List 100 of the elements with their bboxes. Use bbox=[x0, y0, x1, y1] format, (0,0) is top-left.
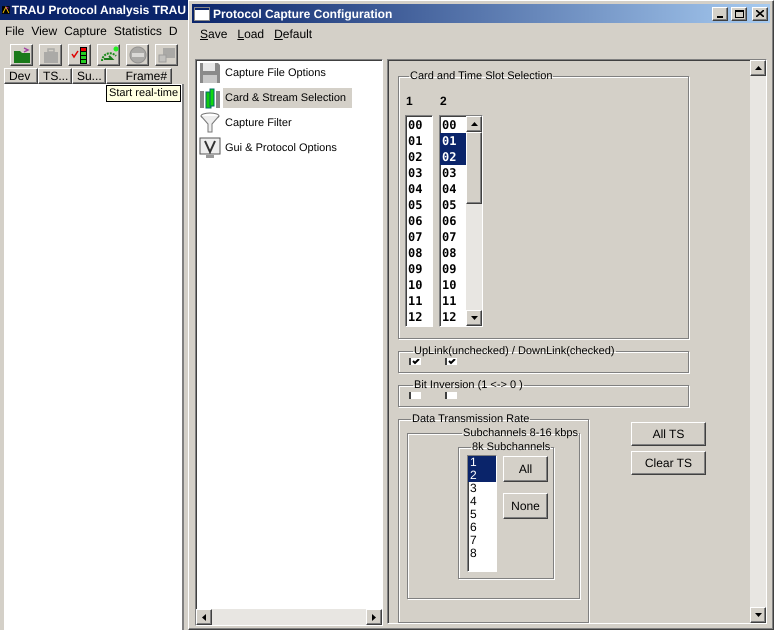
menu-item[interactable]: Capture bbox=[64, 22, 107, 40]
menu-item[interactable]: Statistics bbox=[114, 22, 162, 40]
scroll-up-button[interactable] bbox=[750, 60, 766, 76]
list-item[interactable]: 00 bbox=[406, 117, 432, 133]
monitor-icon bbox=[199, 137, 221, 159]
card-label: 2 bbox=[439, 93, 448, 110]
list-item[interactable]: 02 bbox=[406, 149, 432, 165]
cards-icon bbox=[199, 87, 221, 109]
menu-item[interactable]: D bbox=[168, 22, 178, 40]
scroll-down-button[interactable] bbox=[750, 607, 766, 623]
list-item[interactable]: 09 bbox=[440, 261, 466, 277]
list-item[interactable]: 8 bbox=[468, 547, 496, 560]
list-item[interactable]: 2 bbox=[468, 469, 496, 482]
list-item[interactable]: 08 bbox=[406, 245, 432, 261]
list-item[interactable]: 07 bbox=[406, 229, 432, 245]
group-title: Data Transmission Rate bbox=[411, 413, 530, 426]
list-item[interactable]: 3 bbox=[468, 482, 496, 496]
minimize-icon bbox=[717, 16, 723, 18]
list-item[interactable]: 03 bbox=[406, 165, 432, 181]
list-item[interactable]: 01 bbox=[440, 133, 466, 149]
maximize-icon bbox=[734, 10, 744, 18]
list-item[interactable]: 04 bbox=[406, 181, 432, 197]
tooltip: Start real-time bbox=[106, 85, 182, 102]
list-item[interactable]: 5 bbox=[468, 508, 496, 522]
list-item[interactable]: 03 bbox=[440, 165, 466, 181]
group-title: UpLink(unchecked) / DownLink(checked) bbox=[413, 345, 616, 358]
vertical-scrollbar[interactable] bbox=[750, 60, 766, 623]
menu-item[interactable]: Save bbox=[200, 25, 228, 43]
scroll-up-button[interactable] bbox=[466, 116, 482, 132]
group-title: Subchannels 8-16 kbps bbox=[462, 427, 579, 440]
list-item[interactable]: 10 bbox=[440, 277, 466, 293]
up-arrow-icon bbox=[754, 66, 762, 70]
checkbox[interactable] bbox=[445, 392, 457, 400]
push-button[interactable]: Clear TS bbox=[630, 451, 706, 476]
vertical-scrollbar[interactable] bbox=[466, 116, 482, 326]
column-header[interactable]: TS... bbox=[38, 68, 72, 84]
menu-item[interactable]: Default bbox=[274, 25, 312, 43]
checkbox[interactable] bbox=[445, 358, 457, 366]
list-item[interactable]: 01 bbox=[406, 133, 432, 149]
tree-item[interactable]: Card & Stream Selection bbox=[223, 88, 352, 108]
list-item[interactable]: 6 bbox=[468, 521, 496, 534]
push-button[interactable]: All bbox=[503, 456, 548, 482]
list-item[interactable]: 7 bbox=[468, 534, 496, 548]
scroll-right-button[interactable] bbox=[366, 609, 382, 625]
scroll-left-button[interactable] bbox=[196, 609, 212, 625]
list-item[interactable]: 05 bbox=[406, 197, 432, 213]
list-item[interactable]: 06 bbox=[406, 213, 432, 229]
list-item[interactable]: 4 bbox=[468, 495, 496, 508]
level-meter-icon[interactable] bbox=[68, 44, 91, 66]
gauge-icon[interactable] bbox=[97, 44, 120, 66]
menu-item[interactable]: View bbox=[31, 22, 58, 40]
group-title: 8k Subchannels bbox=[471, 441, 552, 454]
up-arrow-icon bbox=[470, 122, 478, 126]
group-title: Bit Inversion (1 <-> 0 ) bbox=[413, 379, 524, 392]
time-slot-list[interactable]: 00 01 02 03 04 05 06 07 08 09 10 11 12 bbox=[439, 115, 483, 327]
card-label: 1 bbox=[405, 93, 414, 110]
push-button[interactable]: None bbox=[503, 493, 548, 520]
group-title: Card and Time Slot Selection bbox=[409, 70, 554, 82]
scrollbar-thumb[interactable] bbox=[466, 132, 482, 204]
down-arrow-icon bbox=[470, 316, 478, 320]
menu-item[interactable]: File bbox=[5, 22, 24, 40]
tree-item[interactable]: Capture File Options bbox=[223, 63, 328, 83]
horizontal-scrollbar[interactable] bbox=[196, 609, 382, 625]
list-item[interactable]: 05 bbox=[440, 197, 466, 213]
close-icon bbox=[756, 10, 764, 17]
time-slot-list[interactable]: 00 01 02 03 04 05 06 07 08 09 10 11 12 bbox=[405, 115, 433, 327]
list-item[interactable]: 12 bbox=[440, 309, 466, 325]
close-button[interactable] bbox=[752, 6, 768, 20]
scroll-down-button[interactable] bbox=[466, 310, 482, 326]
dialog-title: Protocol Capture Configuration bbox=[213, 6, 394, 22]
menu-item[interactable]: Load bbox=[237, 25, 264, 43]
minimize-button[interactable] bbox=[712, 6, 728, 20]
list-item[interactable]: 08 bbox=[440, 245, 466, 261]
checkbox[interactable] bbox=[409, 358, 421, 366]
list-item[interactable]: 12 bbox=[406, 309, 432, 325]
folder-icon[interactable] bbox=[10, 44, 33, 66]
maximize-button[interactable] bbox=[731, 6, 747, 20]
subchannel-list[interactable]: 1 2 3 4 5 6 7 8 bbox=[467, 455, 497, 572]
tree-item[interactable]: Gui & Protocol Options bbox=[223, 138, 339, 158]
column-header[interactable]: Frame# bbox=[106, 68, 172, 84]
list-item[interactable]: 1 bbox=[468, 456, 496, 470]
funnel-icon bbox=[199, 112, 221, 134]
column-header[interactable]: Dev bbox=[4, 68, 38, 84]
list-item[interactable]: 09 bbox=[406, 261, 432, 277]
list-item[interactable]: 04 bbox=[440, 181, 466, 197]
push-button[interactable]: All TS bbox=[630, 422, 706, 446]
list-item[interactable]: 06 bbox=[440, 213, 466, 229]
left-arrow-icon bbox=[202, 614, 206, 620]
down-arrow-icon bbox=[754, 613, 762, 617]
list-item[interactable]: 10 bbox=[406, 277, 432, 293]
list-item[interactable]: 00 bbox=[440, 117, 466, 133]
tree-item[interactable]: Capture Filter bbox=[223, 113, 294, 133]
window-title: TRAU Protocol Analysis TRAU bbox=[12, 2, 186, 19]
list-item[interactable]: 11 bbox=[406, 293, 432, 309]
checkbox[interactable] bbox=[409, 392, 421, 400]
list-item[interactable]: 07 bbox=[440, 229, 466, 245]
list-item[interactable]: 02 bbox=[440, 149, 466, 165]
right-arrow-icon bbox=[372, 614, 376, 620]
column-header[interactable]: Su... bbox=[72, 68, 106, 84]
list-item[interactable]: 11 bbox=[440, 293, 466, 309]
